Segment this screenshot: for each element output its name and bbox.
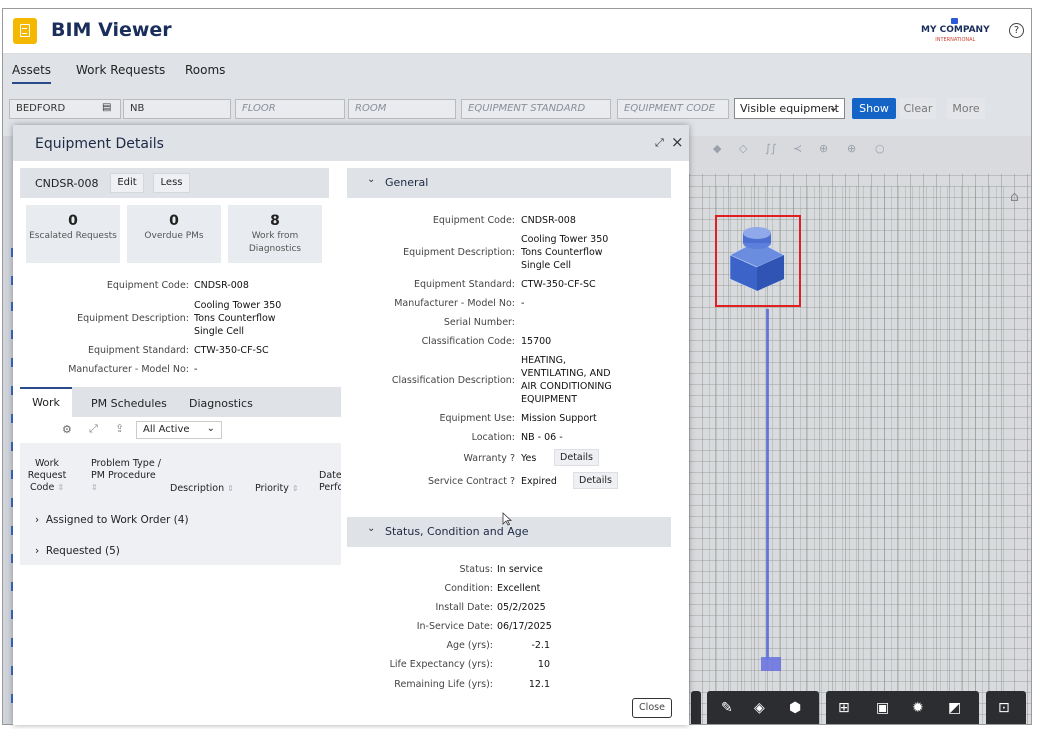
hierarchy-icon[interactable]: ⊞ (838, 700, 850, 716)
equipment-id: CNDSR-008 (35, 177, 99, 190)
equipment-details-dialog: Equipment Details ⤢ × CNDSR-008 Edit Les… (13, 125, 689, 725)
chevron-down-icon: ⌄ (367, 523, 376, 534)
orbit-icon[interactable]: ◇ (739, 142, 747, 155)
expand-icon[interactable]: ⤢ (655, 136, 664, 150)
group-assigned-to-work-order[interactable]: › Assigned to Work Order (4) (35, 514, 189, 526)
pipe-riser (766, 309, 769, 659)
app-title: BIM Viewer (51, 19, 172, 41)
fullscreen-icon[interactable]: ◩ (948, 700, 961, 716)
panel-icon[interactable]: ▣ (876, 700, 889, 716)
tab-assets[interactable]: Assets (12, 63, 52, 84)
export-icon[interactable]: ⇪ (115, 422, 124, 435)
share-icon[interactable]: ≺ (793, 142, 802, 155)
zoom-icon[interactable]: ○ (875, 142, 885, 155)
settings-icon[interactable]: ✹ (912, 700, 924, 716)
warranty-details-button[interactable]: Details (554, 449, 599, 466)
col-priority[interactable]: Priority ⇕ (255, 483, 299, 495)
tab-work[interactable]: Work (20, 387, 72, 417)
app-logo-icon (13, 18, 37, 44)
dialog-header: Equipment Details ⤢ × (13, 125, 689, 161)
chevron-down-icon: ⌄ (206, 423, 215, 434)
col-problem-type[interactable]: Problem Type / PM Procedure ⇕ (91, 458, 161, 494)
viewer-toolbar-2: ⊞ ▣ ✹ ◩ (826, 691, 979, 724)
col-description[interactable]: Description ⇕ (170, 483, 234, 495)
tab-diagnostics[interactable]: Diagnostics (189, 397, 253, 410)
stat-escalated-requests[interactable]: 0 Escalated Requests (26, 205, 120, 263)
equipment-standard-field[interactable]: EQUIPMENT STANDARD (461, 99, 611, 119)
stat-overdue-pms[interactable]: 0 Overdue PMs (127, 205, 221, 263)
company-logo: MY COMPANY INTERNATIONAL (921, 18, 990, 45)
work-filter-select[interactable]: All Active ⌄ (136, 421, 222, 439)
work-toolbar: ⚙ ⤢ ⇪ All Active ⌄ (20, 417, 341, 443)
mouse-cursor-icon (502, 512, 512, 526)
tab-work-requests[interactable]: Work Requests (76, 63, 165, 77)
col-date-performed[interactable]: Date Perfo (319, 470, 341, 494)
help-icon[interactable]: ? (1009, 23, 1024, 38)
site-field[interactable]: BEDFORD ▤ (9, 99, 121, 119)
stat-work-from-diagnostics[interactable]: 8 Work from Diagnostics (228, 205, 322, 263)
screen-icon[interactable]: ⊡ (998, 700, 1010, 716)
tab-rooms[interactable]: Rooms (185, 63, 225, 77)
expand-icon[interactable]: ⤢ (89, 422, 98, 436)
col-work-request-code[interactable]: Work Request Code ⇕ (22, 458, 72, 494)
chevron-down-icon: ⌄ (828, 101, 838, 114)
group-requested[interactable]: › Requested (5) (35, 545, 120, 557)
viewer-toolbar-3: ⊡ (986, 691, 1026, 724)
walk-icon[interactable]: ∫∫ (765, 142, 776, 155)
viewer-toolbar-1: ✎ ◈ ⬢ (707, 691, 819, 724)
pan-icon[interactable]: ⊕ (847, 142, 856, 155)
chevron-down-icon: ⌄ (367, 174, 376, 185)
less-button[interactable]: Less (153, 173, 190, 193)
cooling-tower-model[interactable] (726, 227, 789, 293)
cube-up-icon[interactable]: ◈ (754, 700, 765, 716)
show-button[interactable]: Show (852, 98, 896, 119)
app-header: BIM Viewer MY COMPANY INTERNATIONAL ? (3, 9, 1031, 54)
view-icon[interactable]: ⊕ (819, 142, 828, 155)
room-field[interactable]: ROOM (348, 99, 456, 119)
edit-button[interactable]: Edit (110, 173, 144, 193)
visibility-select[interactable]: Visible equipment ⌄ (734, 98, 845, 119)
pipe-base (761, 657, 781, 671)
section-general-header[interactable]: ⌄ General (347, 168, 671, 198)
building-field[interactable]: NB (123, 99, 231, 119)
home-icon[interactable]: ⌂ (1010, 189, 1019, 205)
tag-icon[interactable]: ◆ (713, 142, 721, 155)
tab-pm-schedules[interactable]: PM Schedules (91, 397, 167, 410)
clear-button[interactable]: Clear (900, 98, 936, 119)
ruler-icon[interactable]: ✎ (721, 700, 733, 716)
equipment-code-field[interactable]: EQUIPMENT CODE (617, 99, 729, 119)
cube-icon[interactable]: ⬢ (789, 700, 801, 716)
close-icon[interactable]: × (671, 133, 684, 151)
site-picker-icon[interactable]: ▤ (102, 102, 111, 113)
more-button[interactable]: More (947, 98, 985, 119)
contract-details-button[interactable]: Details (573, 472, 618, 489)
gear-icon[interactable]: ⚙ (62, 423, 72, 436)
close-button[interactable]: Close (632, 698, 672, 718)
floor-field[interactable]: FLOOR (235, 99, 345, 119)
dialog-title: Equipment Details (35, 136, 164, 152)
